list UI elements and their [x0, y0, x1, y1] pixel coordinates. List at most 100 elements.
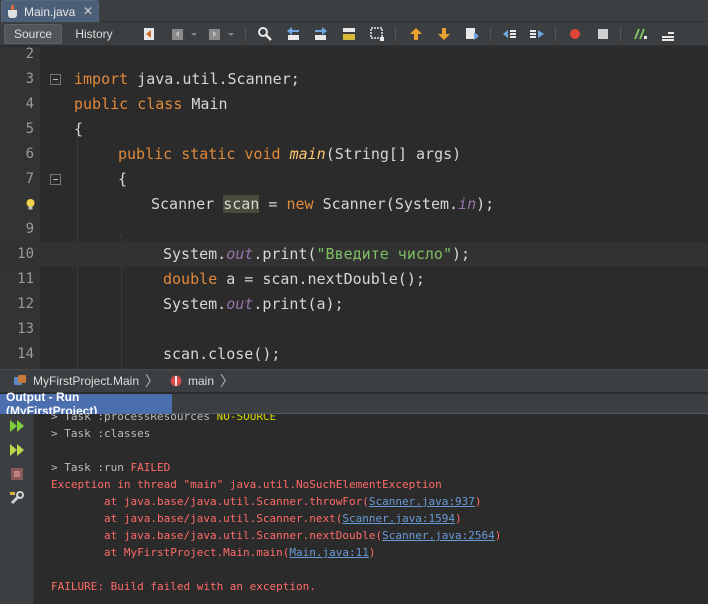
code-line-14: 14 scan.close(); [0, 342, 708, 367]
code-text: System.out.print("Введите число"); [163, 245, 470, 263]
code-text: System.out.print(a); [163, 295, 344, 313]
rerun-icon[interactable] [9, 418, 25, 434]
code-token: ); [452, 245, 471, 263]
comment-icon[interactable] [632, 26, 648, 42]
hint-bulb-icon[interactable] [25, 198, 36, 211]
output-token: ) [368, 546, 376, 559]
source-tab-button[interactable]: Source [4, 24, 62, 44]
line-number: 13 [17, 321, 34, 337]
find-previous-icon[interactable] [285, 26, 301, 42]
output-token: FAILURE: Build failed with an exception. [51, 580, 316, 593]
output-token: ) [494, 529, 502, 542]
stacktrace-link[interactable]: Scanner.java:937 [369, 495, 475, 508]
last-edit-icon[interactable] [142, 26, 158, 42]
code-token: ); [476, 195, 495, 213]
history-tab-button[interactable]: History [66, 24, 122, 44]
next-bookmark-icon[interactable] [436, 26, 452, 42]
toggle-bookmark-icon[interactable] [464, 26, 480, 42]
code-token: void [244, 145, 281, 163]
forward-dropdown-icon[interactable] [223, 26, 234, 42]
output-console[interactable]: > Task :processResources NO-SOURCE > Tas… [35, 414, 708, 604]
shift-left-icon[interactable] [501, 26, 517, 42]
line-number: 10 [17, 246, 34, 262]
code-token: static [181, 145, 236, 163]
code-token: scan [223, 195, 260, 213]
settings-icon[interactable] [9, 490, 25, 506]
code-token: System. [163, 245, 227, 263]
output-token: > Task :processResources [51, 414, 217, 423]
chevron-right-icon: 〉 [220, 373, 235, 389]
code-line-6: 6 public static void main(String[] args) [0, 142, 708, 167]
code-line-8: Scanner scan = new Scanner(System.in); [0, 192, 708, 217]
breadcrumb-item-project[interactable]: MyFirstProject.Main [8, 370, 143, 392]
code-text: { [118, 170, 127, 188]
shift-right-icon[interactable] [529, 26, 545, 42]
stop-icon[interactable] [9, 466, 25, 482]
code-token: .print( [253, 245, 317, 263]
code-token: "Введите число" [316, 245, 452, 263]
line-number: 2 [25, 47, 34, 62]
code-token: Main [182, 95, 228, 113]
find-icon[interactable] [257, 26, 273, 42]
code-line-7: 7 { [0, 167, 708, 192]
line-number: 12 [17, 296, 34, 312]
fold-toggle-icon[interactable] [50, 174, 61, 185]
toolbar-separator [490, 27, 491, 41]
toolbar-separator [620, 27, 621, 41]
close-tab-icon[interactable]: ✕ [83, 4, 93, 18]
find-next-icon[interactable] [313, 26, 329, 42]
toggle-highlight-icon[interactable] [341, 26, 357, 42]
class-icon [12, 374, 28, 388]
find-selection-icon[interactable] [369, 26, 385, 42]
output-token: NO-SOURCE [216, 414, 277, 423]
line-number: 3 [25, 71, 34, 87]
code-token: import [74, 70, 129, 88]
line-number: 4 [25, 96, 34, 112]
output-side-toolbar [0, 414, 34, 604]
output-token: at java.base/java.util.Scanner.throwFor( [51, 495, 369, 508]
line-number: 5 [25, 121, 34, 137]
file-tab-main-java[interactable]: Main.java ✕ [1, 0, 99, 22]
code-token: out [226, 245, 254, 263]
toolbar-separator [555, 27, 556, 41]
method-icon [169, 374, 183, 388]
code-text: double a = scan.nextDouble(); [163, 270, 425, 288]
stacktrace-link[interactable]: Scanner.java:1594 [342, 512, 455, 525]
output-line: FAILURE: Build failed with an exception. [51, 580, 316, 597]
uncomment-icon[interactable] [660, 26, 676, 42]
code-token: { [118, 170, 128, 188]
back-dropdown-icon[interactable] [186, 26, 197, 42]
fold-toggle-icon[interactable] [50, 74, 61, 85]
output-token: ) [455, 512, 462, 525]
breadcrumb-item-method[interactable]: main [165, 370, 218, 392]
toolbar-separator [395, 27, 396, 41]
stop-macro-icon[interactable] [595, 26, 611, 42]
line-number: 11 [17, 271, 34, 287]
output-token: > Task :classes [51, 427, 151, 440]
output-token: at java.base/java.util.Scanner.nextDoubl… [51, 529, 383, 542]
code-text: public static void main(String[] args) [118, 145, 461, 163]
previous-bookmark-icon[interactable] [408, 26, 424, 42]
output-token: FAILED [130, 461, 171, 474]
stacktrace-link[interactable]: Main.java:11 [289, 546, 368, 559]
line-number: 14 [17, 346, 34, 362]
code-editor[interactable]: 2 3 import java.util.Scanner; 4 public c… [0, 47, 708, 369]
output-line: at java.base/java.util.Scanner.nextDoubl… [51, 529, 501, 546]
output-tab-run[interactable]: Output - Run (MyFirstProject) [0, 390, 172, 418]
line-number: 6 [25, 146, 34, 162]
back-icon[interactable] [170, 26, 186, 42]
forward-icon[interactable] [207, 26, 223, 42]
stacktrace-link[interactable]: Scanner.java:2564 [382, 529, 495, 542]
code-token: scan.close(); [163, 345, 281, 363]
editor-toolbar: Source History [0, 22, 708, 46]
rerun-with-params-icon[interactable] [9, 442, 25, 458]
code-text: public class Main [74, 95, 228, 113]
output-token: ) [474, 495, 482, 508]
code-line-9: 9 [0, 217, 708, 242]
code-token: public [118, 145, 173, 163]
code-text: Scanner scan = new Scanner(System.in); [151, 195, 494, 213]
start-macro-icon[interactable] [567, 26, 583, 42]
code-token: in [458, 195, 477, 213]
